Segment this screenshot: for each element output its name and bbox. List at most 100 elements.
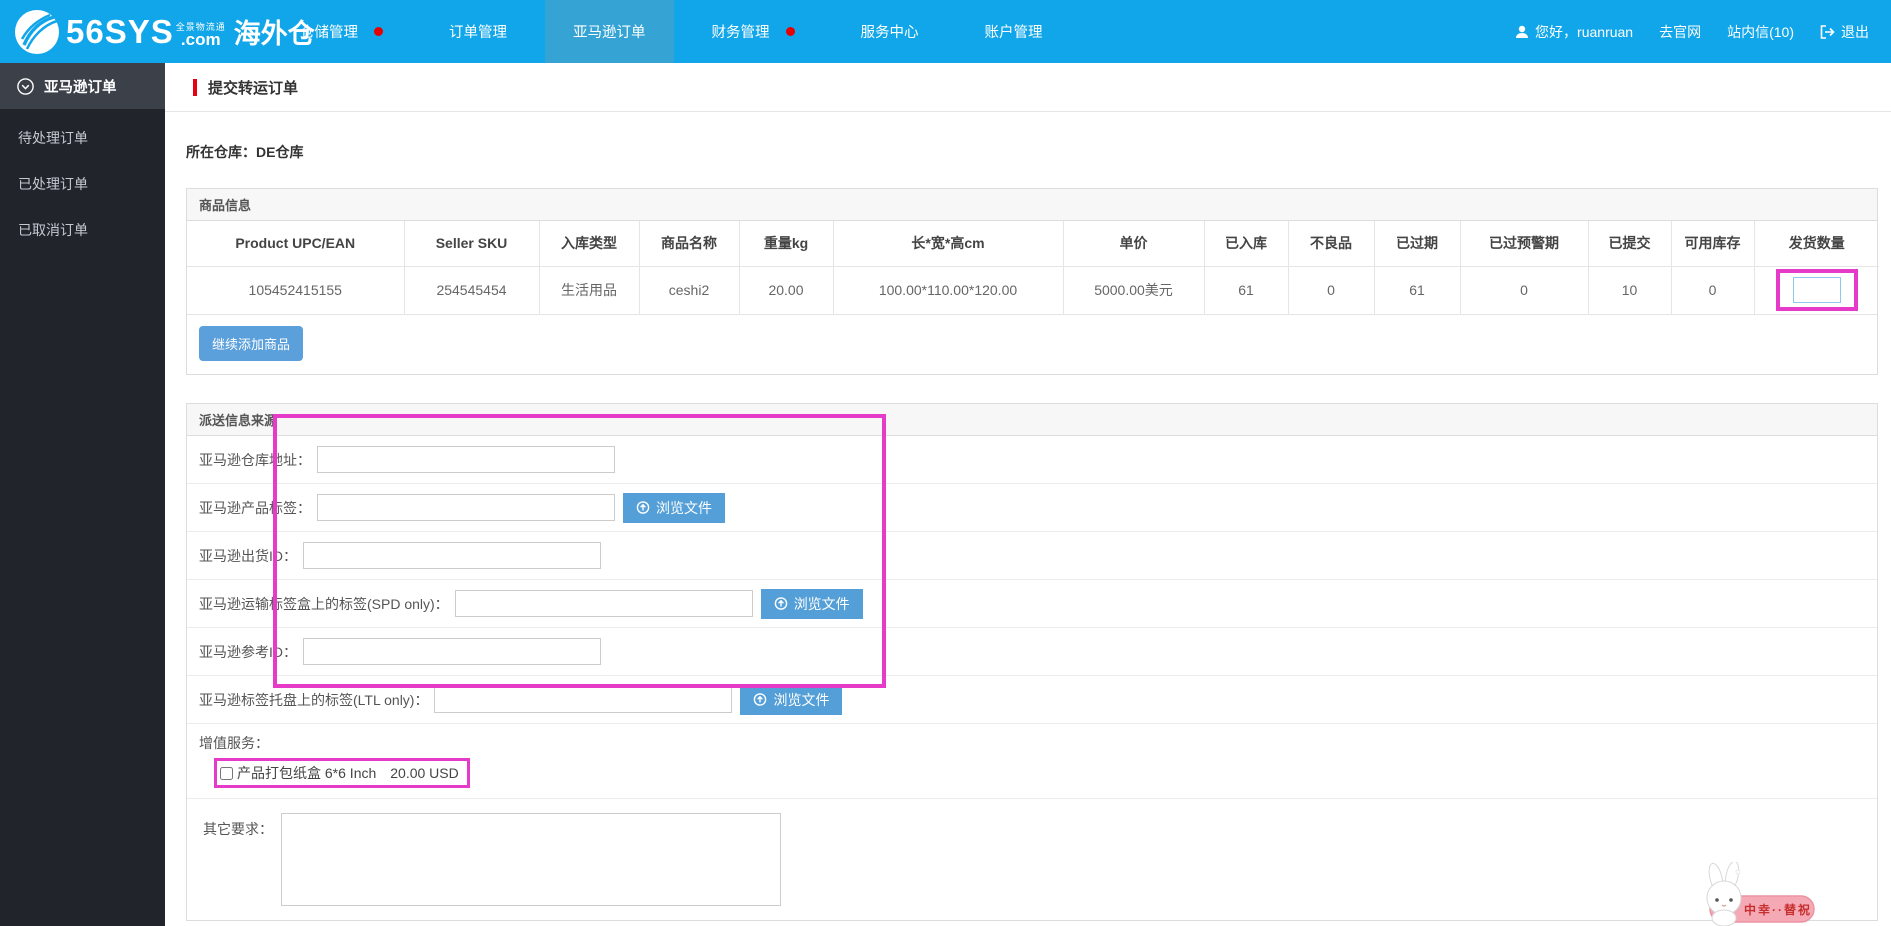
browse-file-button[interactable]: 浏览文件	[623, 493, 725, 523]
rabbit-sticker: 中幸··替祝	[1686, 862, 1821, 926]
user-greeting[interactable]: 您好，ruanruan	[1515, 22, 1633, 42]
notification-dot	[374, 27, 383, 36]
delivery-field-row: 亚马逊仓库地址：	[187, 436, 1877, 484]
nav-item-label: 仓储管理	[300, 21, 358, 42]
vas-option[interactable]: 产品打包纸盒 6*6 Inch 20.00 USD	[214, 758, 470, 788]
nav-item-仓储管理[interactable]: 仓储管理	[272, 0, 411, 63]
field-input-亚马逊仓库地址[interactable]	[317, 446, 615, 473]
column-header: 已过期	[1374, 221, 1460, 266]
column-header: 商品名称	[639, 221, 739, 266]
navbar-right: 您好，ruanruan 去官网 站内信(10) 退出	[1515, 0, 1891, 63]
page-title-bar: 提交转运订单	[165, 63, 1891, 112]
user-greeting-label: 您好，ruanruan	[1535, 22, 1633, 42]
nav-item-账户管理[interactable]: 账户管理	[957, 0, 1071, 63]
nav-item-label: 亚马逊订单	[573, 21, 646, 42]
product-info-panel: 商品信息 Product UPC/EANSeller SKU入库类型商品名称重量…	[186, 188, 1878, 375]
table-cell: ceshi2	[639, 266, 739, 314]
field-input-亚马逊产品标签[interactable]	[317, 494, 615, 521]
upload-icon	[753, 693, 767, 706]
sidebar-item-已取消订单[interactable]: 已取消订单	[0, 207, 165, 253]
field-input-亚马逊运输标签盒上的标签(SPD only)[interactable]	[455, 590, 753, 617]
table-cell: 5000.00美元	[1063, 266, 1204, 314]
other-requirements-textarea[interactable]	[281, 813, 781, 906]
add-product-button[interactable]: 继续添加商品	[199, 326, 303, 361]
ship-qty-input[interactable]	[1793, 277, 1841, 303]
rabbit-sticker-image: 中幸··替祝	[1686, 862, 1821, 926]
field-label: 亚马逊出货ID：	[199, 546, 297, 566]
column-header: Product UPC/EAN	[187, 221, 404, 266]
field-input-亚马逊出货ID[interactable]	[303, 542, 601, 569]
column-header: 长*宽*高cm	[833, 221, 1063, 266]
column-header: 单价	[1063, 221, 1204, 266]
nav-item-服务中心[interactable]: 服务中心	[833, 0, 947, 63]
table-cell: 10	[1588, 266, 1671, 314]
nav-item-订单管理[interactable]: 订单管理	[421, 0, 535, 63]
table-cell: 0	[1288, 266, 1374, 314]
column-header: 已提交	[1588, 221, 1671, 266]
delivery-field-row: 亚马逊产品标签： 浏览文件	[187, 484, 1877, 532]
delivery-field-row: 亚马逊标签托盘上的标签(LTL only)：浏览文件	[187, 676, 1877, 724]
table-cell: 61	[1374, 266, 1460, 314]
table-cell: 105452415155	[187, 266, 404, 314]
main-content: 提交转运订单 所在仓库：DE仓库 商品信息 Product UPC/EANSel…	[165, 63, 1891, 926]
main-nav: 仓储管理 订单管理 亚马逊订单 财务管理 服务中心 账户管理	[272, 0, 1071, 63]
page-title: 提交转运订单	[208, 77, 298, 98]
field-label: 亚马逊参考ID：	[199, 642, 297, 662]
column-header: 已过预警期	[1460, 221, 1588, 266]
warehouse-label: 所在仓库：DE仓库	[186, 142, 1878, 162]
delivery-field-row: 亚马逊运输标签盒上的标签(SPD only)： 浏览文件	[187, 580, 1877, 628]
sidebar-header[interactable]: 亚马逊订单	[0, 63, 165, 109]
field-label: 亚马逊运输标签盒上的标签(SPD only)：	[199, 594, 449, 614]
svg-text:中幸··替祝: 中幸··替祝	[1744, 902, 1812, 917]
table-cell: 61	[1204, 266, 1288, 314]
logo-com-block: 全景物流通 .com	[176, 22, 226, 47]
product-panel-title: 商品信息	[187, 189, 1877, 221]
delivery-field-row: 亚马逊出货ID：	[187, 532, 1877, 580]
vas-checkbox[interactable]	[220, 767, 233, 780]
sidebar-item-已处理订单[interactable]: 已处理订单	[0, 161, 165, 207]
nav-item-label: 服务中心	[861, 21, 919, 42]
official-site-label: 去官网	[1659, 22, 1701, 42]
column-header: 已入库	[1204, 221, 1288, 266]
browse-file-button[interactable]: 浏览文件	[740, 685, 842, 715]
table-cell: 20.00	[739, 266, 833, 314]
sidebar-menu: 待处理订单已处理订单已取消订单	[0, 115, 165, 253]
column-header: 可用库存	[1671, 221, 1754, 266]
column-header: 不良品	[1288, 221, 1374, 266]
upload-icon	[774, 597, 788, 610]
table-cell: 生活用品	[539, 266, 639, 314]
field-input-亚马逊标签托盘上的标签(LTL only)[interactable]	[434, 686, 732, 713]
browse-file-label: 浏览文件	[656, 498, 712, 518]
title-accent-bar	[193, 79, 197, 96]
product-panel-footer: 继续添加商品	[187, 314, 1877, 374]
ship-qty-cell	[1754, 266, 1879, 314]
logout-button[interactable]: 退出	[1820, 22, 1869, 42]
browse-file-label: 浏览文件	[773, 690, 829, 710]
product-table: Product UPC/EANSeller SKU入库类型商品名称重量kg长*宽…	[187, 221, 1879, 314]
delivery-field-row: 亚马逊参考ID：	[187, 628, 1877, 676]
table-cell: 100.00*110.00*120.00	[833, 266, 1063, 314]
nav-item-label: 财务管理	[712, 21, 770, 42]
browse-file-label: 浏览文件	[794, 594, 850, 614]
inbox-label: 站内信(10)	[1727, 22, 1794, 42]
vas-label: 增值服务：	[199, 733, 1865, 753]
official-site-link[interactable]: 去官网	[1659, 22, 1701, 42]
field-input-亚马逊参考ID[interactable]	[303, 638, 601, 665]
inbox-link[interactable]: 站内信(10)	[1727, 22, 1794, 42]
chevron-down-circle-icon	[17, 78, 34, 95]
sidebar-item-待处理订单[interactable]: 待处理订单	[0, 115, 165, 161]
upload-icon	[636, 501, 650, 514]
logo: 56SYS 全景物流通 .com 海外仓	[0, 0, 272, 63]
nav-item-亚马逊订单[interactable]: 亚马逊订单	[545, 0, 674, 63]
nav-item-财务管理[interactable]: 财务管理	[684, 0, 823, 63]
table-cell: 0	[1671, 266, 1754, 314]
browse-file-button[interactable]: 浏览文件	[761, 589, 863, 619]
delivery-panel-title: 派送信息来源	[187, 404, 1877, 436]
vas-option-line: 产品打包纸盒 6*6 Inch 20.00 USD	[214, 758, 1865, 788]
logo-main: 56SYS	[66, 15, 174, 48]
nav-item-label: 订单管理	[449, 21, 507, 42]
delivery-fields: 亚马逊仓库地址：亚马逊产品标签：浏览文件亚马逊出货ID：亚马逊运输标签盒上的标签…	[187, 436, 1877, 724]
value-added-services-block: 增值服务： 产品打包纸盒 6*6 Inch 20.00 USD	[187, 724, 1877, 799]
field-label: 亚马逊产品标签：	[199, 498, 311, 518]
column-header: 发货数量	[1754, 221, 1879, 266]
